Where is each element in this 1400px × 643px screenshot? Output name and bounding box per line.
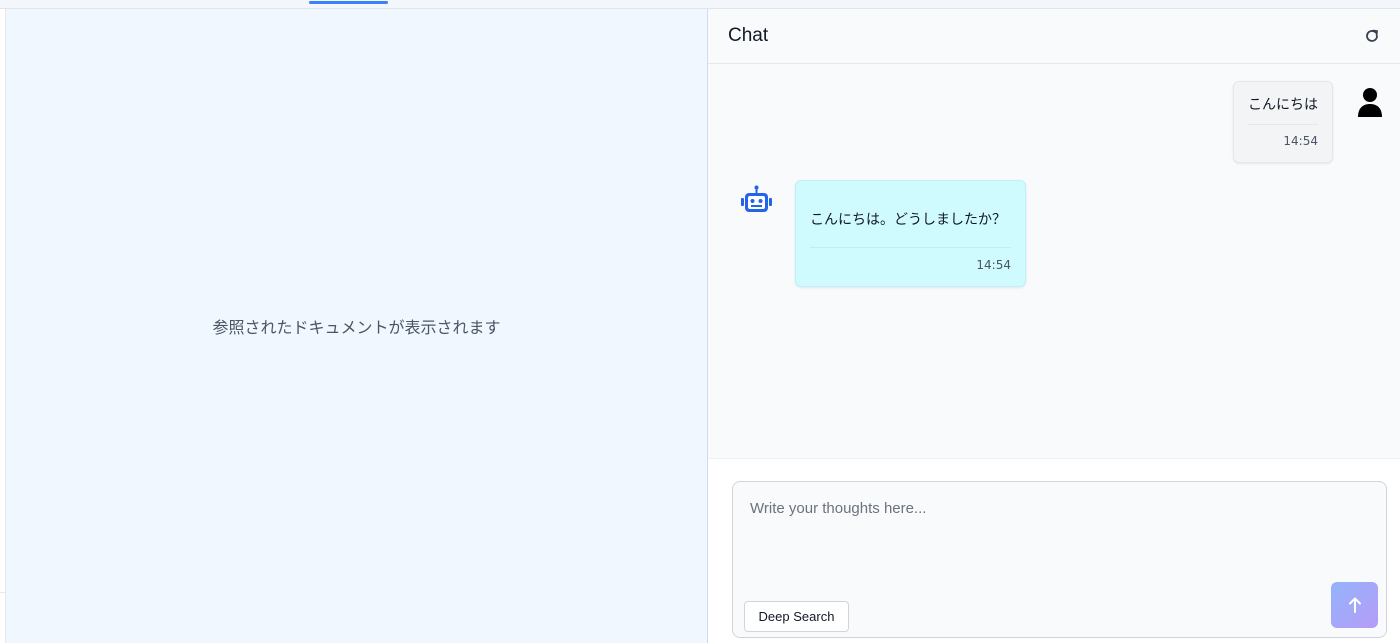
composer: Deep Search bbox=[732, 481, 1387, 638]
user-icon bbox=[1355, 86, 1385, 118]
message-input[interactable] bbox=[733, 482, 1386, 592]
robot-icon bbox=[740, 185, 773, 214]
user-message-text: こんにちは bbox=[1248, 97, 1318, 113]
refresh-icon bbox=[1366, 29, 1378, 42]
document-placeholder-text: 参照されたドキュメントが表示されます bbox=[212, 318, 501, 337]
active-tab-indicator bbox=[309, 1, 388, 4]
assistant-message-text: こんにちは。どうしましたか？ bbox=[810, 212, 1006, 228]
arrow-up-icon bbox=[1348, 597, 1361, 613]
assistant-message-time: 14:54 bbox=[976, 258, 1011, 272]
top-tab-bar bbox=[0, 0, 1400, 9]
user-message-time: 14:54 bbox=[1283, 134, 1318, 148]
message-divider bbox=[810, 247, 1011, 248]
chat-title: Chat bbox=[728, 25, 769, 46]
user-message-bubble: こんにちは 14:54 bbox=[1233, 81, 1333, 163]
composer-area: Deep Search bbox=[708, 458, 1400, 643]
chat-pane: Chat こんにちは 14:54 こんにちは。どうしましたか？ 14:54 Wr… bbox=[708, 9, 1400, 643]
message-divider bbox=[1248, 124, 1318, 125]
document-pane: 参照されたドキュメントが表示されます bbox=[6, 9, 708, 643]
deep-search-button[interactable]: Deep Search bbox=[744, 601, 849, 632]
refresh-button[interactable] bbox=[1362, 26, 1382, 46]
message-list: こんにちは 14:54 こんにちは。どうしましたか？ 14:54 bbox=[708, 64, 1400, 458]
assistant-message-bubble: こんにちは。どうしましたか？ 14:54 bbox=[795, 180, 1026, 287]
chat-header: Chat bbox=[708, 9, 1400, 64]
send-button[interactable] bbox=[1331, 582, 1378, 628]
